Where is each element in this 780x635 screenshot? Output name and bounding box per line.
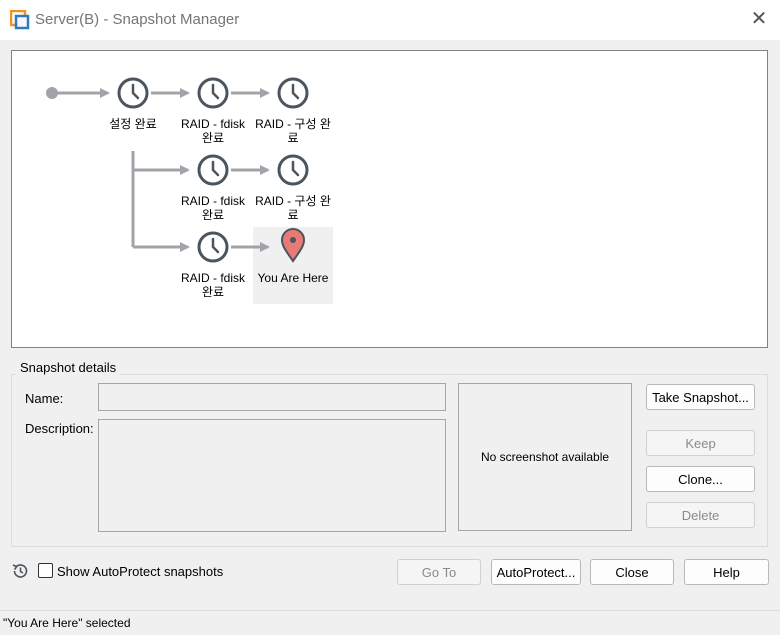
snapshot-clock-icon[interactable] xyxy=(277,77,309,109)
history-icon xyxy=(12,564,28,578)
snapshot-label: RAID - fdisk 완료 xyxy=(180,194,245,222)
screenshot-preview-text: No screenshot available xyxy=(480,450,610,464)
autoprotect-button[interactable]: AutoProtect... xyxy=(491,559,581,585)
close-window-icon[interactable]: ✕ xyxy=(748,8,770,30)
snapshot-tree-graph xyxy=(46,77,309,263)
help-button[interactable]: Help xyxy=(684,559,769,585)
keep-button[interactable]: Keep xyxy=(646,430,755,456)
name-field[interactable] xyxy=(98,383,446,411)
window-title: Server(B) - Snapshot Manager xyxy=(35,11,240,28)
snapshot-label: RAID - 구성 완료 xyxy=(255,194,331,222)
description-label: Description: xyxy=(25,421,94,436)
name-label: Name: xyxy=(25,391,64,406)
screenshot-preview: No screenshot available xyxy=(458,383,632,531)
you-are-here-pin-icon[interactable] xyxy=(280,228,306,263)
close-button[interactable]: Close xyxy=(590,559,674,585)
snapshot-clock-icon[interactable] xyxy=(117,77,149,109)
show-autoprotect-checkbox[interactable] xyxy=(38,563,53,578)
snapshot-clock-icon[interactable] xyxy=(197,231,229,263)
snapshot-details-legend: Snapshot details xyxy=(16,360,121,375)
show-autoprotect-label[interactable]: Show AutoProtect snapshots xyxy=(57,564,223,579)
snapshot-label: RAID - fdisk 완료 xyxy=(180,271,245,299)
description-field[interactable] xyxy=(98,419,446,532)
clone-button[interactable]: Clone... xyxy=(646,466,755,492)
snapshot-label: 설정 완료 xyxy=(109,117,157,131)
snapshot-label: RAID - 구성 완료 xyxy=(255,117,331,145)
snapshot-clock-icon[interactable] xyxy=(197,77,229,109)
delete-button[interactable]: Delete xyxy=(646,502,755,528)
snapshot-clock-icon[interactable] xyxy=(277,154,309,186)
status-bar: "You Are Here" selected xyxy=(0,610,780,635)
snapshot-label: RAID - fdisk 완료 xyxy=(180,117,245,145)
snapshot-clock-icon[interactable] xyxy=(197,154,229,186)
you-are-here-label: You Are Here xyxy=(257,271,329,285)
take-snapshot-button[interactable]: Take Snapshot... xyxy=(646,384,755,410)
title-bar: Server(B) - Snapshot Manager ✕ xyxy=(0,0,780,40)
go-to-button[interactable]: Go To xyxy=(397,559,481,585)
snapshot-tree[interactable]: 설정 완료 RAID - fdisk 완료 RAID - 구성 완료 RAID -… xyxy=(11,50,768,348)
snapshot-manager-app-icon xyxy=(10,10,30,30)
status-text: "You Are Here" selected xyxy=(3,616,131,630)
